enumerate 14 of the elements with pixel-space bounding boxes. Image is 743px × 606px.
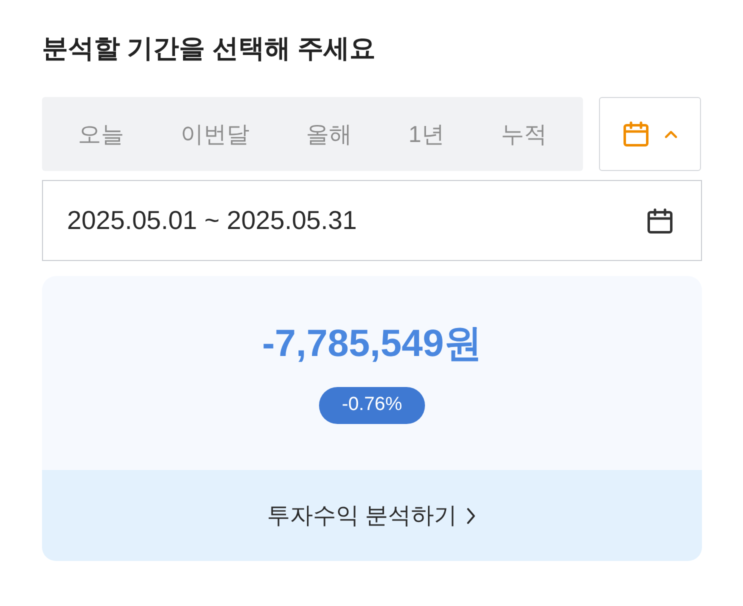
calendar-icon: [645, 206, 675, 236]
date-range-field[interactable]: 2025.05.01 ~ 2025.05.31: [42, 180, 702, 261]
profit-amount: -7,785,549원: [262, 322, 482, 367]
period-tab[interactable]: 누적: [494, 112, 553, 156]
period-tab[interactable]: 이번달: [174, 112, 256, 156]
profit-analysis-link[interactable]: 투자수익 분석하기: [42, 470, 702, 561]
calendar-toggle-button[interactable]: [599, 97, 701, 171]
period-tab[interactable]: 1년: [402, 112, 450, 156]
page-title: 분석할 기간을 선택해 주세요: [42, 32, 377, 65]
chevron-right-icon: [465, 506, 478, 526]
period-tab[interactable]: 올해: [300, 112, 358, 156]
return-rate-badge: -0.76%: [318, 387, 426, 424]
period-tab[interactable]: 오늘: [72, 112, 130, 156]
calendar-icon: [621, 119, 651, 149]
